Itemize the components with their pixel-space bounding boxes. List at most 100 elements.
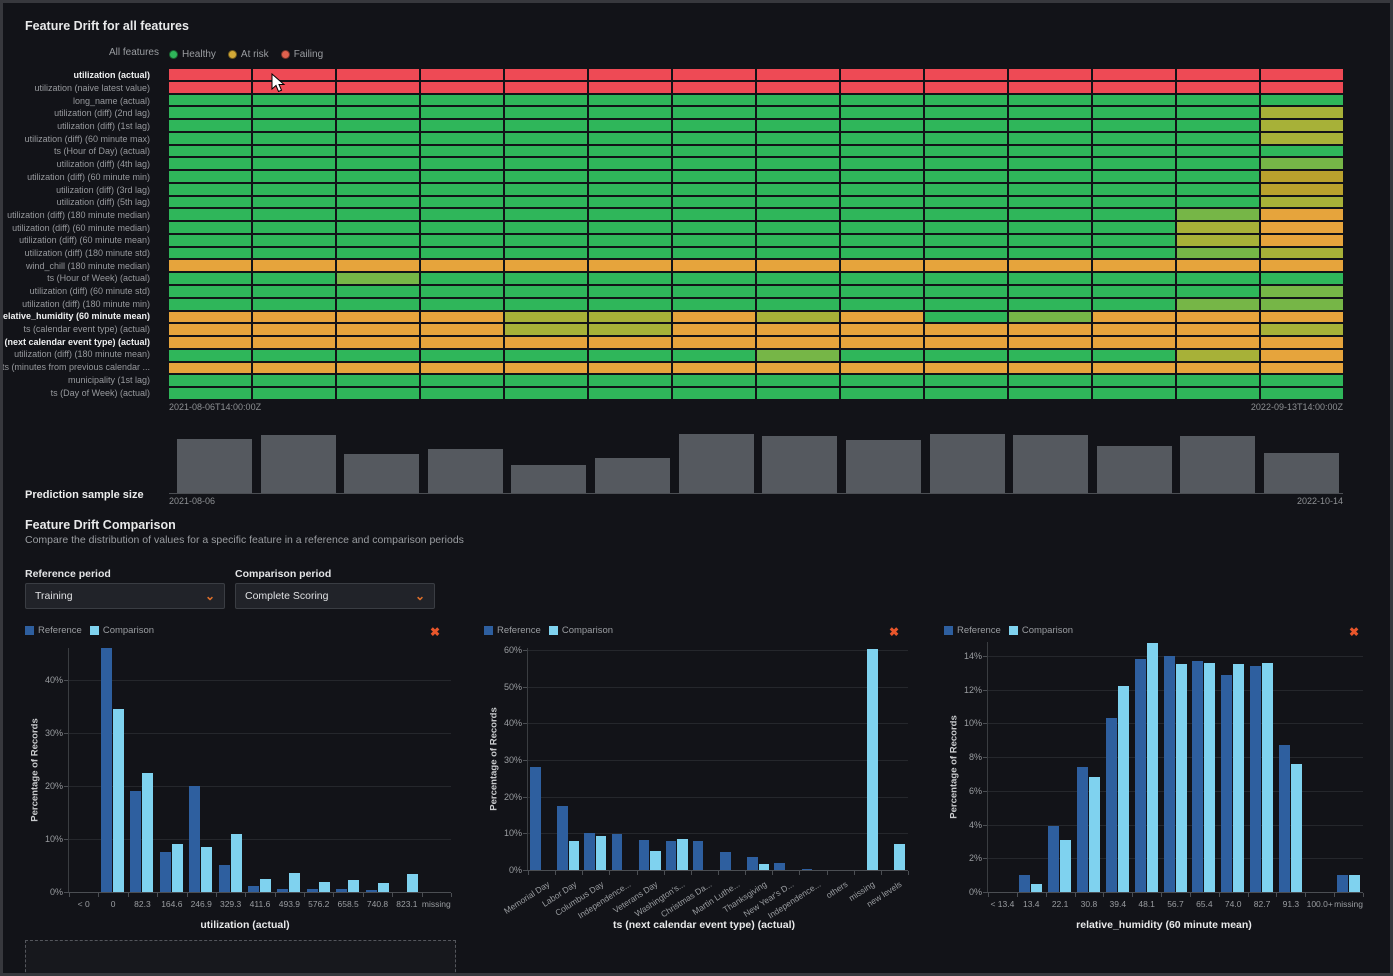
comparison-bar[interactable] [596, 836, 606, 870]
heatmap-cell[interactable] [1177, 248, 1259, 259]
sample-bar[interactable] [595, 458, 670, 493]
heatmap-cell[interactable] [757, 350, 839, 361]
sample-bar[interactable] [1013, 435, 1088, 493]
heatmap-cell[interactable] [169, 95, 251, 106]
heatmap-cell[interactable] [925, 158, 1007, 169]
heatmap-cell[interactable] [505, 222, 587, 233]
heatmap-cell[interactable] [757, 299, 839, 310]
heatmap-cell[interactable] [1009, 171, 1091, 182]
heatmap-cell[interactable] [1093, 82, 1175, 93]
heatmap-cell[interactable] [673, 197, 755, 208]
reference-bar[interactable] [747, 857, 757, 870]
heatmap-cell[interactable] [925, 171, 1007, 182]
heatmap-cell[interactable] [1177, 337, 1259, 348]
heatmap-cell[interactable] [337, 133, 419, 144]
heatmap-cell[interactable] [421, 69, 503, 80]
reference-bar[interactable] [557, 806, 567, 870]
heatmap-cell[interactable] [1177, 273, 1259, 284]
heatmap-cell[interactable] [505, 158, 587, 169]
heatmap-cell[interactable] [421, 388, 503, 399]
heatmap-cell[interactable] [1261, 69, 1343, 80]
heatmap-cell[interactable] [925, 299, 1007, 310]
comparison-bar[interactable] [407, 874, 418, 892]
heatmap-cell[interactable] [757, 107, 839, 118]
heatmap-cell[interactable] [841, 350, 923, 361]
heatmap-cell[interactable] [1009, 82, 1091, 93]
heatmap-cell[interactable] [1261, 312, 1343, 323]
heatmap-cell[interactable] [673, 209, 755, 220]
heatmap-cell[interactable] [757, 260, 839, 271]
heatmap-cell[interactable] [589, 209, 671, 220]
heatmap-cell[interactable] [421, 363, 503, 374]
heatmap-cell[interactable] [673, 235, 755, 246]
heatmap-cell[interactable] [253, 375, 335, 386]
heatmap-cell[interactable] [1261, 146, 1343, 157]
comparison-bar[interactable] [231, 834, 242, 892]
heatmap-cell[interactable] [841, 69, 923, 80]
heatmap-cell[interactable] [1093, 273, 1175, 284]
heatmap-cell[interactable] [337, 273, 419, 284]
heatmap-cell[interactable] [589, 158, 671, 169]
heatmap-cell[interactable] [757, 171, 839, 182]
heatmap-cell[interactable] [1093, 69, 1175, 80]
reference-bar[interactable] [774, 863, 784, 870]
heatmap-cell[interactable] [421, 120, 503, 131]
heatmap-cell[interactable] [1177, 286, 1259, 297]
comparison-bar[interactable] [894, 844, 904, 870]
reference-bar[interactable] [101, 648, 112, 892]
comparison-period-select[interactable]: Complete Scoring ⌄ [235, 583, 435, 609]
heatmap-cell[interactable] [169, 107, 251, 118]
heatmap-cell[interactable] [1177, 209, 1259, 220]
heatmap-cell[interactable] [1093, 235, 1175, 246]
reference-bar[interactable] [366, 890, 377, 892]
heatmap-cell[interactable] [673, 146, 755, 157]
comparison-bar[interactable] [1031, 884, 1042, 892]
heatmap-cell[interactable] [421, 158, 503, 169]
heatmap-cell[interactable] [841, 209, 923, 220]
reference-bar[interactable] [1048, 826, 1059, 892]
heatmap-cell[interactable] [253, 350, 335, 361]
heatmap-cell[interactable] [505, 337, 587, 348]
reference-bar[interactable] [1164, 656, 1175, 892]
heatmap-cell[interactable] [925, 222, 1007, 233]
heatmap-cell[interactable] [337, 375, 419, 386]
heatmap-cell[interactable] [253, 158, 335, 169]
heatmap-cell[interactable] [925, 107, 1007, 118]
reference-bar[interactable] [612, 834, 622, 870]
heatmap-cell[interactable] [589, 375, 671, 386]
heatmap-cell[interactable] [1093, 209, 1175, 220]
heatmap-cell[interactable] [337, 158, 419, 169]
heatmap-cell[interactable] [589, 184, 671, 195]
heatmap-cell[interactable] [253, 120, 335, 131]
heatmap-cell[interactable] [505, 299, 587, 310]
heatmap-cell[interactable] [169, 248, 251, 259]
heatmap-cell[interactable] [589, 133, 671, 144]
heatmap-cell[interactable] [1177, 95, 1259, 106]
heatmap-cell[interactable] [253, 299, 335, 310]
heatmap-cell[interactable] [589, 286, 671, 297]
heatmap-cell[interactable] [589, 388, 671, 399]
heatmap-cell[interactable] [925, 273, 1007, 284]
comparison-bar[interactable] [1262, 663, 1273, 892]
heatmap-cell[interactable] [1177, 375, 1259, 386]
heatmap-cell[interactable] [925, 69, 1007, 80]
heatmap-cell[interactable] [169, 337, 251, 348]
heatmap-cell[interactable] [757, 312, 839, 323]
heatmap-cell[interactable] [757, 286, 839, 297]
heatmap-cell[interactable] [925, 133, 1007, 144]
heatmap-cell[interactable] [253, 82, 335, 93]
heatmap-cell[interactable] [169, 197, 251, 208]
heatmap-cell[interactable] [673, 363, 755, 374]
heatmap-cell[interactable] [421, 375, 503, 386]
close-icon[interactable]: ✖ [1349, 625, 1359, 639]
reference-bar[interactable] [336, 889, 347, 892]
heatmap-cell[interactable] [1261, 82, 1343, 93]
heatmap-cell[interactable] [841, 222, 923, 233]
close-icon[interactable]: ✖ [430, 625, 440, 639]
reference-bar[interactable] [1337, 875, 1348, 892]
heatmap-cell[interactable] [169, 158, 251, 169]
heatmap-cell[interactable] [505, 82, 587, 93]
heatmap-cell[interactable] [589, 273, 671, 284]
heatmap-cell[interactable] [1261, 222, 1343, 233]
heatmap-cell[interactable] [673, 158, 755, 169]
